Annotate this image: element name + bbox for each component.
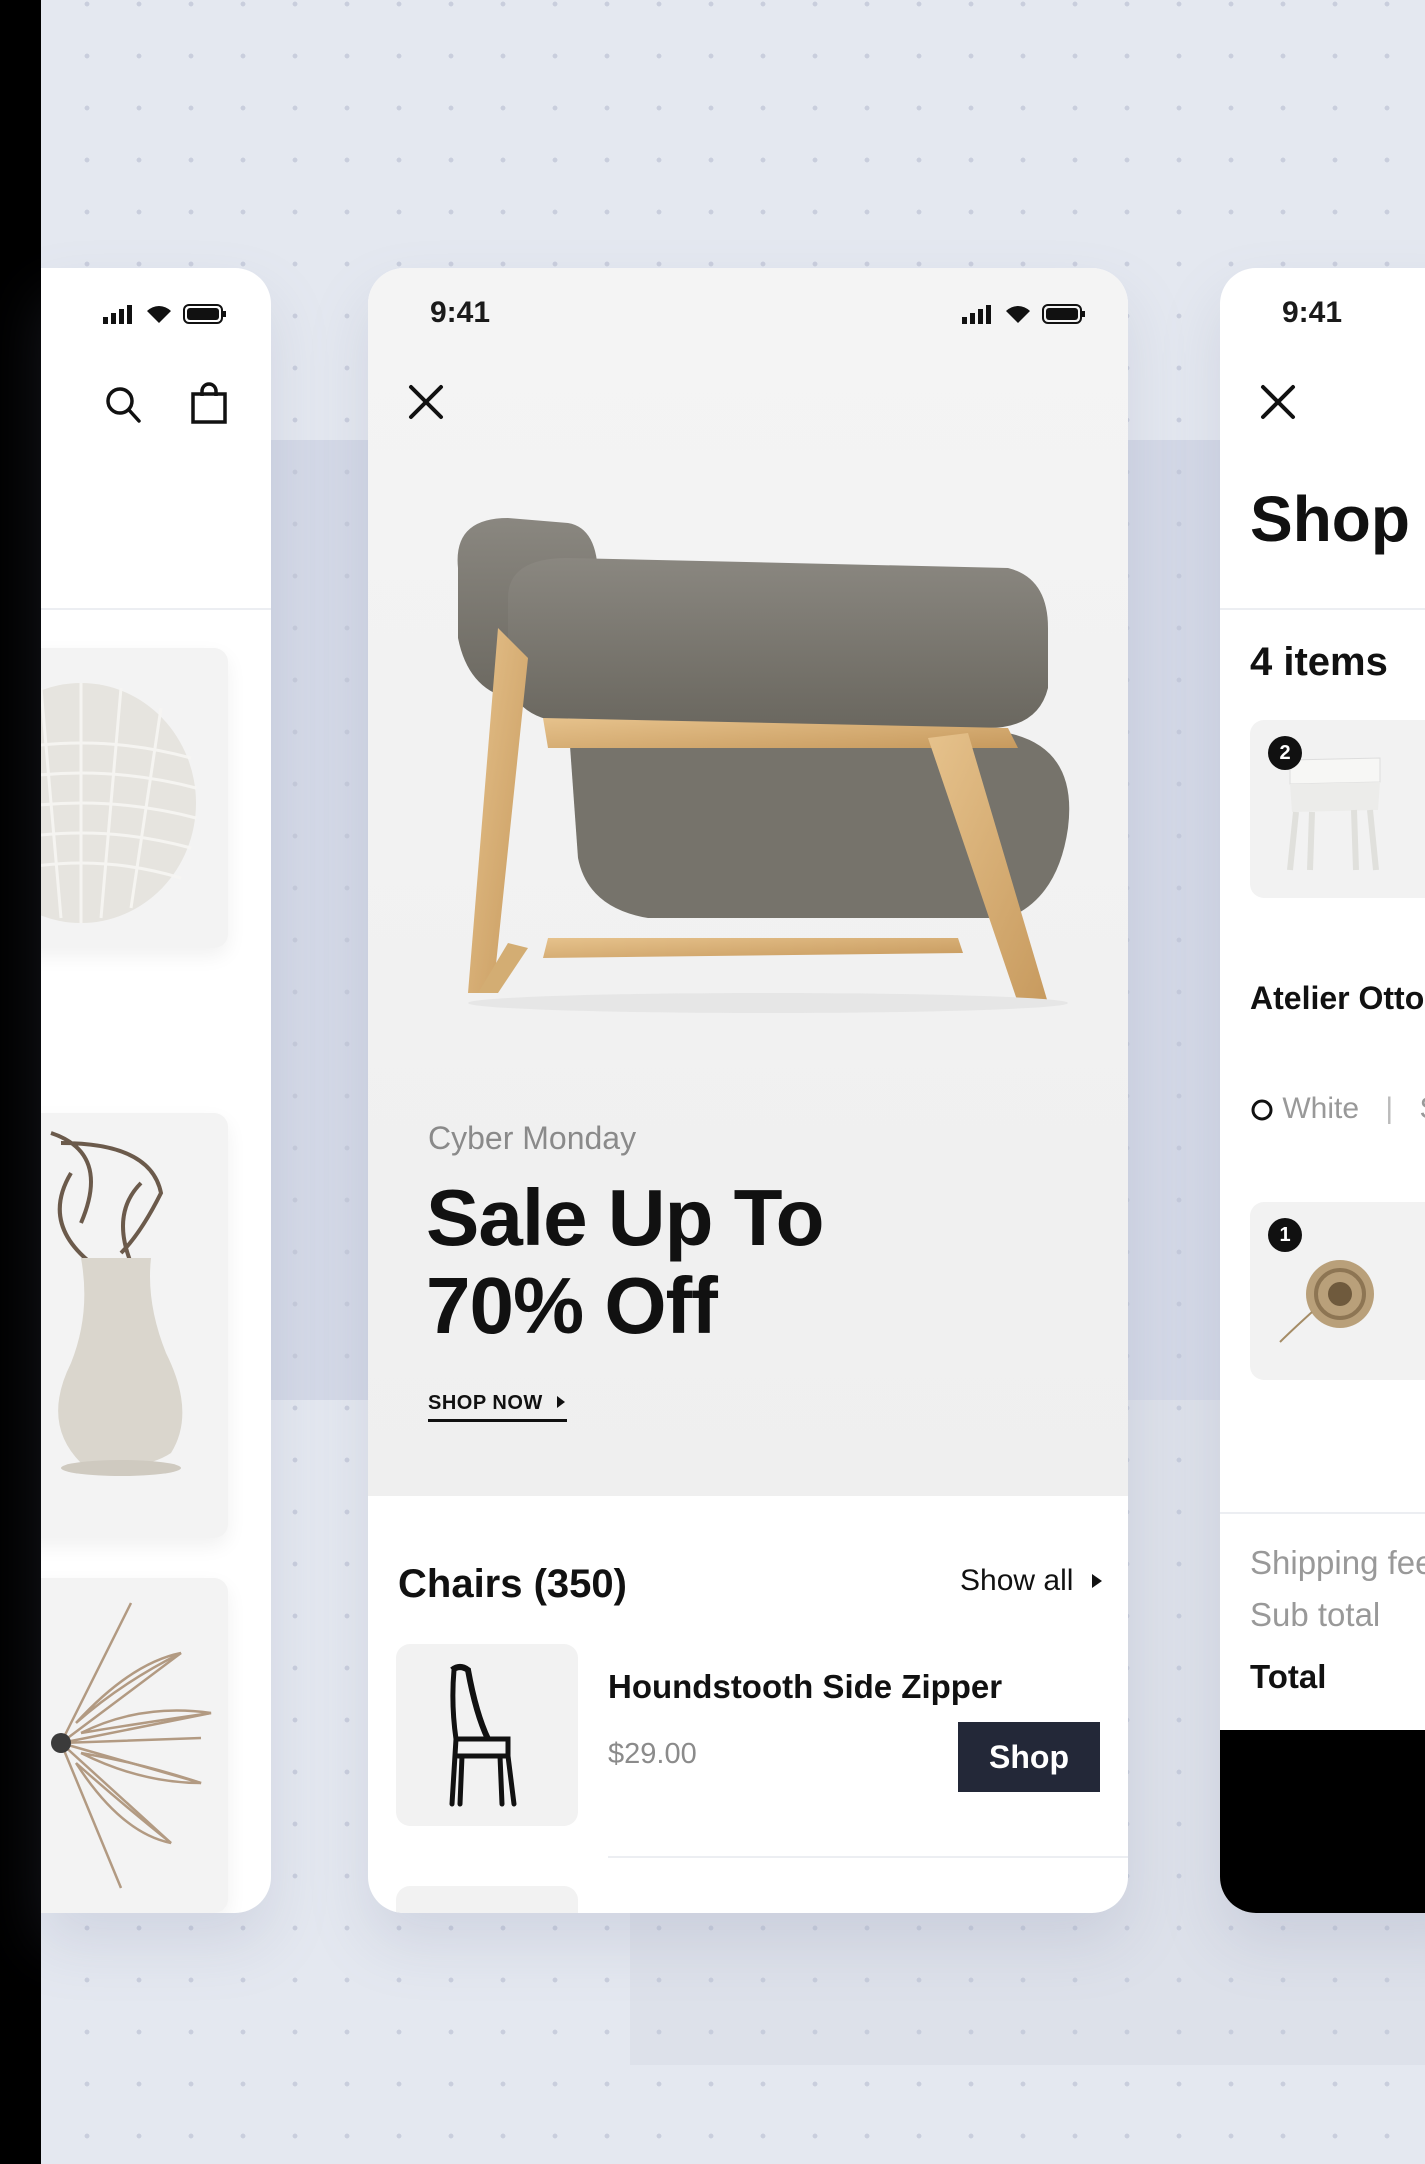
product-tile-clock[interactable] — [41, 1578, 228, 1913]
search-icon[interactable] — [105, 386, 141, 424]
hero-headline-line2: 70% Off — [426, 1261, 718, 1350]
left-black-edge — [0, 0, 41, 2164]
header-divider — [41, 608, 271, 610]
bag-icon[interactable] — [191, 382, 227, 424]
checkout-button[interactable] — [1220, 1730, 1425, 1913]
caret-right-icon — [1091, 1574, 1102, 1588]
product-thumbnail-next[interactable] — [396, 1886, 578, 1913]
item-count: 4 items — [1250, 640, 1388, 684]
product-thumbnail[interactable] — [396, 1644, 578, 1826]
cart-item-variant: White | S — [1250, 1092, 1425, 1126]
shop-now-link[interactable]: SHOP NOW — [428, 1392, 567, 1422]
wifi-icon — [1006, 306, 1030, 323]
status-time: 9:41 — [430, 296, 491, 329]
close-icon[interactable] — [1258, 382, 1298, 422]
list-divider — [608, 1856, 1128, 1858]
section-title: Chairs (350) — [398, 1562, 627, 1606]
battery-icon — [183, 304, 226, 324]
product-name[interactable]: Houndstooth Side Zipper — [608, 1668, 1002, 1706]
hero-headline-line1: Sale Up To — [426, 1173, 824, 1262]
hero-eyebrow: Cyber Monday — [428, 1120, 637, 1156]
page-title: Shop — [1250, 483, 1410, 555]
product-tile-lamp[interactable] — [41, 648, 228, 948]
chair-image — [449, 1664, 517, 1807]
vase-image — [50, 1131, 183, 1476]
signal-icon — [962, 305, 991, 324]
summary-divider — [1220, 1512, 1425, 1514]
header-divider — [1220, 608, 1425, 610]
hero-banner: Cyber Monday Sale Up To 70% Off SHOP NOW — [368, 268, 1128, 1496]
total-label: Total — [1250, 1658, 1327, 1695]
quantity-badge: 2 — [1268, 736, 1302, 770]
show-all-link[interactable]: Show all — [960, 1564, 1104, 1598]
signal-icon — [103, 305, 132, 324]
status-icons — [962, 303, 1086, 325]
status-icons — [103, 303, 227, 325]
promo-screen: Cyber Monday Sale Up To 70% Off SHOP NOW… — [368, 268, 1128, 1913]
close-icon[interactable] — [406, 382, 446, 422]
shop-button[interactable]: Shop — [958, 1722, 1100, 1792]
quantity-badge: 1 — [1268, 1218, 1302, 1252]
product-price: $29.00 — [608, 1738, 697, 1770]
caret-right-icon — [556, 1396, 565, 1408]
battery-icon — [1042, 304, 1085, 324]
product-grid-screen — [41, 268, 271, 1913]
starburst-clock-image — [51, 1602, 212, 1889]
show-all-label: Show all — [960, 1564, 1074, 1597]
product-tile-vase[interactable] — [41, 1113, 228, 1538]
shipping-fee-label: Shipping fee — [1250, 1544, 1425, 1581]
wifi-icon — [147, 306, 171, 323]
subtotal-label: Sub total — [1250, 1596, 1381, 1633]
status-time: 9:41 — [1282, 296, 1343, 329]
variant-color: White — [1282, 1092, 1360, 1125]
shop-now-label: SHOP NOW — [428, 1392, 543, 1414]
armchair-image — [457, 518, 1070, 1013]
cart-item-name[interactable]: Atelier Otto — [1250, 980, 1424, 1017]
variant-separator: | — [1385, 1092, 1394, 1125]
color-swatch-icon — [1251, 1099, 1273, 1121]
lamp-image — [41, 683, 197, 923]
variant-size: S — [1420, 1092, 1425, 1125]
shopping-cart-screen: 9:41 Shop 4 items 2 Atelier Otto White |… — [1220, 268, 1425, 1913]
